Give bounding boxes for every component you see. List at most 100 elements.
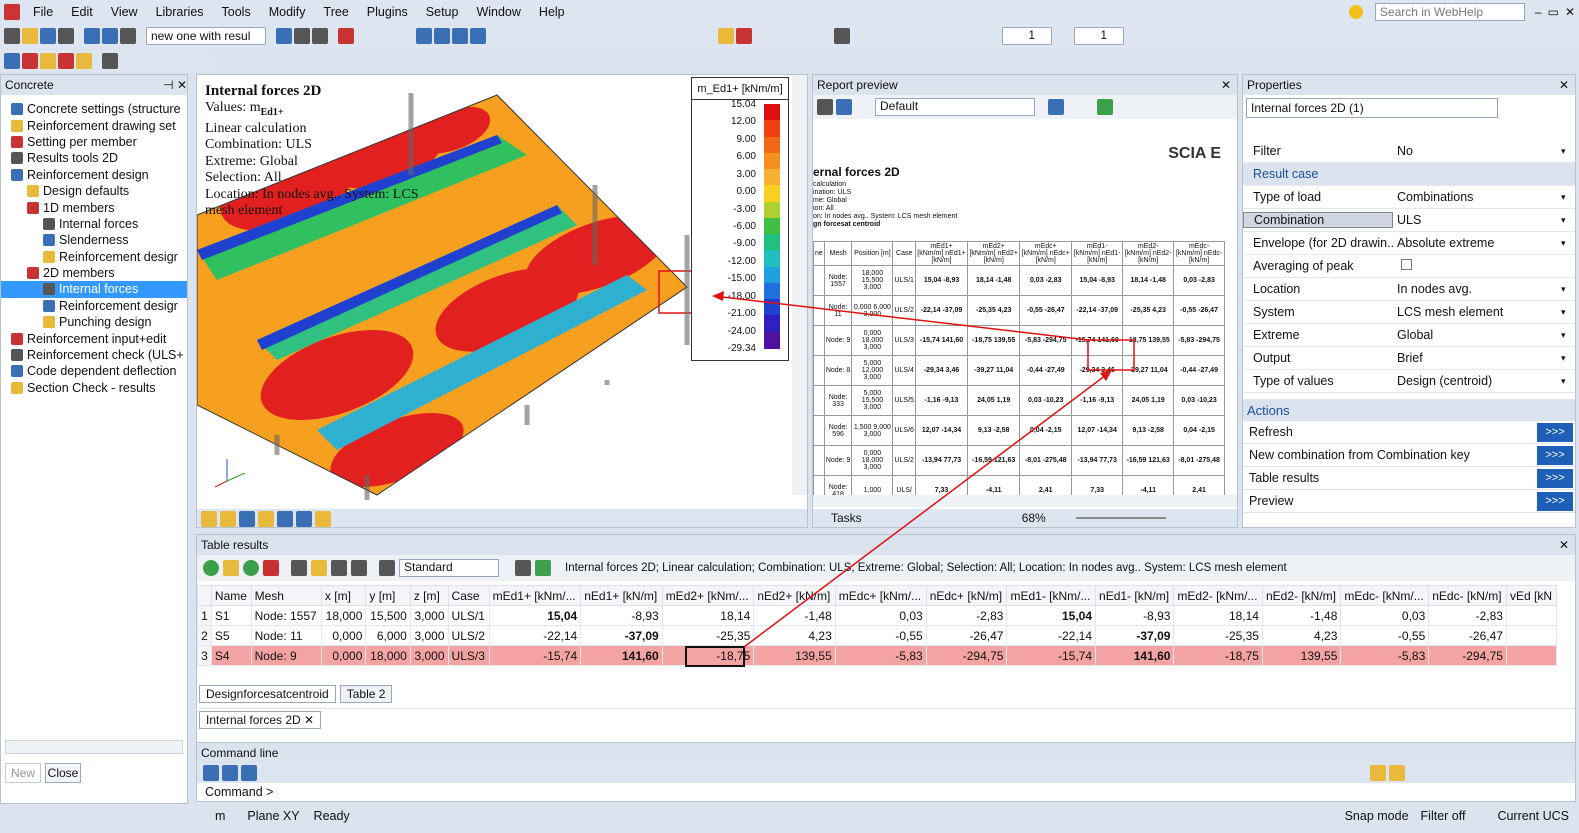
table-cell[interactable]: 4,23 [753, 625, 836, 646]
table-cell[interactable]: -15,74 [1006, 645, 1097, 666]
action-row[interactable]: Refresh >>> [1243, 421, 1575, 444]
table-template-combo[interactable]: Standard [399, 559, 499, 577]
column-header[interactable]: mEd2- [kNm/... [1173, 585, 1263, 606]
table-cell[interactable]: -1,48 [753, 605, 836, 626]
table-cell[interactable]: 139,55 [753, 645, 836, 666]
columns-icon[interactable] [291, 560, 307, 576]
column-header[interactable]: mEd2+ [kNm/... [661, 585, 755, 606]
column-header[interactable]: vEd [kN [1505, 585, 1558, 606]
column-header[interactable]: Case [447, 585, 490, 606]
table-cell[interactable]: 18,000 [320, 605, 367, 626]
column-header[interactable]: z [m] [409, 585, 449, 606]
column-header[interactable]: Name [210, 585, 252, 606]
column-header[interactable]: y [m] [365, 585, 411, 606]
table-cell[interactable]: 0,000 [320, 645, 367, 666]
concrete-icon[interactable] [4, 53, 20, 69]
view-tool-icon[interactable] [276, 28, 292, 44]
table-cell[interactable]: 3 [197, 645, 212, 666]
tree-item[interactable]: Setting per member [1, 134, 187, 150]
ucs-button[interactable]: Current UCS [1497, 809, 1569, 823]
menu-setup[interactable]: Setup [417, 5, 468, 19]
table-cell[interactable]: -2,83 [1428, 605, 1507, 626]
chart-icon[interactable] [351, 560, 367, 576]
column-header[interactable]: nEd1+ [kN/m] [580, 585, 663, 606]
table-cell[interactable] [1505, 605, 1558, 626]
properties-selector[interactable]: Internal forces 2D (1) [1246, 98, 1498, 118]
column-header[interactable]: mEd1+ [kNm/... [488, 585, 582, 606]
pin-icon[interactable]: ⊣ ✕ [163, 78, 187, 92]
tree-item[interactable]: Section Check - results [1, 380, 187, 396]
column-header[interactable]: nEd2- [kN/m] [1261, 585, 1342, 606]
property-row[interactable]: Type of values Design (centroid) ▾ [1243, 370, 1575, 393]
action-row[interactable]: Table results >>> [1243, 467, 1575, 490]
property-row[interactable]: Filter No ▾ [1243, 140, 1575, 163]
action-button[interactable]: >>> [1537, 422, 1573, 442]
sheet-tab[interactable]: Table 2 [339, 685, 393, 703]
property-value[interactable] [1393, 259, 1575, 273]
menu-libraries[interactable]: Libraries [147, 5, 213, 19]
tree-item[interactable]: 1D members [1, 199, 187, 215]
draw-icon[interactable] [203, 765, 219, 781]
action-row[interactable]: New combination from Combination key >>> [1243, 444, 1575, 467]
table-cell[interactable] [1505, 645, 1558, 666]
print-icon[interactable] [294, 28, 310, 44]
filter-button[interactable]: Filter off [1421, 809, 1466, 823]
column-header[interactable]: mEdc- [kNm/... [1340, 585, 1430, 606]
properties-close-icon[interactable]: ✕ [1559, 78, 1569, 92]
close-icon[interactable]: ✕ [1565, 5, 1575, 19]
menu-plugins[interactable]: Plugins [358, 5, 417, 19]
graphic-view[interactable]: Internal forces 2D Values: mEd1+ Linear … [196, 74, 808, 528]
table-cell[interactable]: S5 [210, 625, 252, 646]
doc-tab[interactable]: Internal forces 2D ✕ [199, 710, 322, 729]
table-cell[interactable]: -5,83 [834, 645, 927, 666]
add-icon[interactable] [223, 560, 239, 576]
column-header[interactable]: nEdc+ [kN/m] [925, 585, 1008, 606]
table-cell[interactable]: -5,83 [1340, 645, 1430, 666]
dimension-icon[interactable] [241, 765, 257, 781]
table-cell[interactable]: -37,09 [580, 625, 663, 646]
spin-1[interactable]: 1 [1002, 27, 1052, 45]
table-cell[interactable]: -15,74 [488, 645, 582, 666]
table-cell[interactable] [1505, 625, 1558, 646]
property-row[interactable]: Result case [1243, 163, 1575, 186]
menu-file[interactable]: File [24, 5, 62, 19]
table-cell[interactable]: -0,55 [834, 625, 927, 646]
menu-tree[interactable]: Tree [315, 5, 358, 19]
property-row[interactable]: Combination ULS ▾ [1243, 209, 1575, 232]
chevron-down-icon[interactable]: ▾ [1561, 146, 1575, 157]
chevron-down-icon[interactable]: ▾ [1561, 330, 1575, 341]
table-close-icon[interactable]: ✕ [1559, 538, 1569, 552]
tree-item[interactable]: Code dependent deflection [1, 363, 187, 379]
zoom-icon[interactable] [416, 28, 432, 44]
new-button[interactable]: New [5, 763, 41, 783]
table-cell[interactable]: 15,04 [488, 605, 582, 626]
table-cell[interactable]: 141,60 [1095, 645, 1175, 666]
column-header[interactable]: nEd1- [kN/m] [1095, 585, 1175, 606]
chevron-down-icon[interactable]: ▾ [1561, 238, 1575, 249]
run-icon[interactable] [203, 560, 219, 576]
layout-icon[interactable] [311, 560, 327, 576]
view-tool-7-icon[interactable] [315, 510, 331, 527]
structure-icon[interactable] [834, 28, 850, 44]
model-combo[interactable]: new one with resul [146, 27, 266, 45]
chevron-down-icon[interactable]: ▾ [1561, 353, 1575, 364]
table-cell[interactable]: -1,48 [1261, 605, 1342, 626]
property-value[interactable]: Global [1393, 328, 1561, 342]
report-print-icon[interactable] [836, 99, 852, 115]
table-cell[interactable]: ULS/1 [447, 605, 490, 626]
table-cell[interactable]: 0,03 [834, 605, 927, 626]
menu-window[interactable]: Window [467, 5, 529, 19]
table-cell[interactable]: 1 [197, 605, 212, 626]
property-checkbox[interactable] [1401, 259, 1412, 270]
render-icon[interactable] [718, 28, 734, 44]
table-cell[interactable]: 4,23 [1261, 625, 1342, 646]
minimize-icon[interactable]: – [1535, 5, 1542, 19]
column-header[interactable]: Mesh [250, 585, 322, 606]
table-cell[interactable]: -2,83 [925, 605, 1008, 626]
table-cell[interactable]: 18,000 [365, 645, 411, 666]
table-cell[interactable]: Node: 1557 [250, 605, 322, 626]
excel-icon[interactable] [535, 560, 551, 576]
zoom-in-icon[interactable] [434, 28, 450, 44]
open-icon[interactable] [22, 28, 38, 44]
property-row[interactable]: Location In nodes avg. ▾ [1243, 278, 1575, 301]
